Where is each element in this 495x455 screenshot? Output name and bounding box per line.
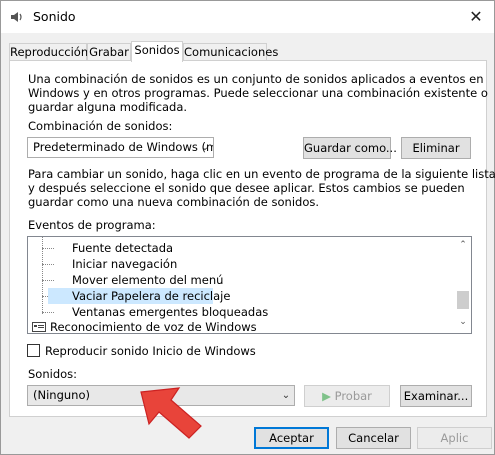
tab-sonidos[interactable]: Sonidos <box>131 41 183 62</box>
tab-comunicaciones[interactable]: Comunicaciones <box>183 43 278 61</box>
tab-reproduccion[interactable]: Reproducción <box>9 43 88 61</box>
test-button[interactable]: ▶ Probar <box>304 385 390 407</box>
close-icon[interactable]: ✕ <box>461 4 491 30</box>
window-title: Sonido <box>33 9 76 24</box>
intro-text-line-2: Windows y en otros programas. Puede sele… <box>28 86 488 100</box>
save-as-button[interactable]: Guardar como... <box>303 137 397 159</box>
list-item[interactable]: Mover elemento del menú <box>72 272 223 288</box>
red-arrow-pointer <box>140 387 202 439</box>
startup-sound-label: Reproducir sonido Inicio de Windows <box>45 344 256 358</box>
tree-connector <box>42 248 54 249</box>
help-text-line-3: guardar como una nueva combinación de so… <box>28 195 319 209</box>
scheme-label: Combinación de sonidos: <box>28 119 173 133</box>
speech-recognition-icon <box>32 322 46 332</box>
startup-sound-checkbox[interactable] <box>27 344 40 357</box>
play-icon: ▶ <box>322 389 331 403</box>
browse-button[interactable]: Examinar... <box>400 385 472 407</box>
intro-text-line-1: Una combinación de sonidos es un conjunt… <box>28 72 484 86</box>
delete-button[interactable]: Eliminar <box>401 137 471 159</box>
tab-grabar[interactable]: Grabar <box>87 43 131 61</box>
program-events-list[interactable]: Fuente detectada Iniciar navegación Move… <box>27 236 472 334</box>
scheme-select[interactable]: Predeterminado de Windows (m ⌄ <box>27 137 214 158</box>
speaker-icon <box>11 12 22 22</box>
help-text-line-2: y después seleccione el sonido que desee… <box>28 181 465 195</box>
scroll-down-icon[interactable]: ⌄ <box>456 317 470 331</box>
tree-connector <box>42 264 54 265</box>
chevron-down-icon: ⌄ <box>200 142 210 153</box>
sound-dialog: Sonido ✕ Reproducción Grabar Sonidos Com… <box>0 0 495 455</box>
list-item-selected[interactable]: Vaciar Papelera de reciclaje <box>48 288 230 304</box>
scrollbar-thumb[interactable] <box>457 291 469 309</box>
intro-text-line-3: guardar alguna modificada. <box>28 100 188 114</box>
events-label: Eventos de programa: <box>28 218 156 232</box>
sounds-label: Sonidos: <box>28 367 78 381</box>
apply-button[interactable]: Aplic <box>417 427 492 449</box>
title-bar[interactable]: Sonido ✕ <box>1 1 494 33</box>
tree-connector <box>42 280 54 281</box>
tree-connector <box>42 312 54 313</box>
list-item[interactable]: Iniciar navegación <box>72 256 177 272</box>
chevron-down-icon: ⌄ <box>281 390 291 401</box>
scroll-up-icon[interactable]: ⌃ <box>456 240 470 254</box>
ok-button[interactable]: Aceptar <box>254 427 329 449</box>
list-item-group[interactable]: Reconocimiento de voz de Windows <box>50 319 257 333</box>
list-item[interactable]: Fuente detectada <box>72 240 173 256</box>
help-text-line-1: Para cambiar un sonido, haga clic en un … <box>28 167 495 181</box>
cancel-button[interactable]: Cancelar <box>336 427 411 449</box>
list-item[interactable]: Ventanas emergentes bloqueadas <box>72 304 268 320</box>
